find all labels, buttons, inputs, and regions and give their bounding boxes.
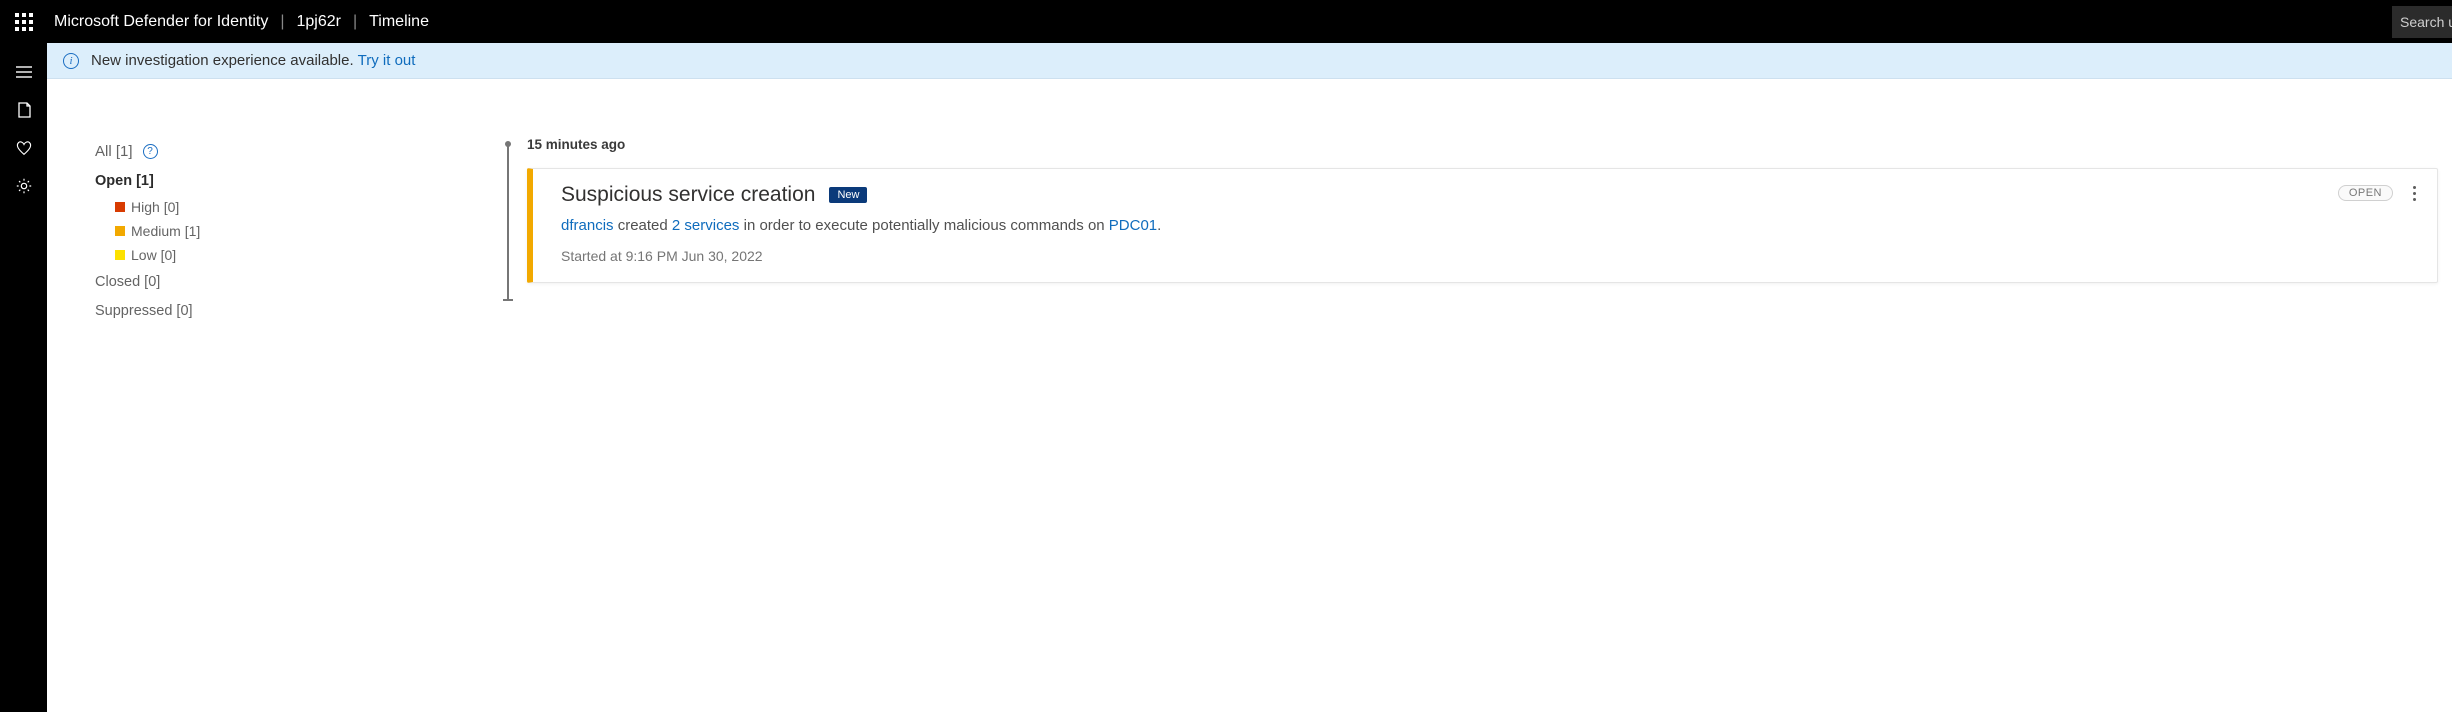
filter-all[interactable]: All [1] ? bbox=[95, 137, 507, 166]
filter-low-label: Low bbox=[131, 247, 157, 263]
filter-open[interactable]: Open [1] bbox=[95, 166, 507, 195]
app-launcher-icon[interactable] bbox=[8, 6, 40, 38]
filter-suppressed-count: [0] bbox=[176, 303, 192, 319]
filter-medium-count: [1] bbox=[185, 223, 201, 239]
filter-high-label: High bbox=[131, 199, 160, 215]
severity-swatch-low bbox=[115, 250, 125, 260]
banner-link[interactable]: Try it out bbox=[358, 52, 416, 69]
filter-open-label: Open bbox=[95, 173, 132, 189]
alert-tail: . bbox=[1157, 217, 1161, 234]
help-icon[interactable]: ? bbox=[143, 144, 158, 159]
filter-all-count: [1] bbox=[116, 143, 133, 160]
filter-medium-label: Medium bbox=[131, 223, 181, 239]
alert-started-at: Started at 9:16 PM Jun 30, 2022 bbox=[561, 248, 2413, 264]
alert-actor-link[interactable]: dfrancis bbox=[561, 217, 614, 234]
new-badge: New bbox=[829, 187, 867, 203]
menu-icon[interactable] bbox=[4, 53, 44, 91]
banner-text: New investigation experience available. bbox=[91, 52, 354, 69]
breadcrumb: Microsoft Defender for Identity | 1pj62r… bbox=[54, 13, 429, 31]
health-icon[interactable] bbox=[4, 129, 44, 167]
alert-header: Suspicious service creation New bbox=[561, 183, 2413, 207]
info-banner: i New investigation experience available… bbox=[47, 43, 2452, 79]
search-input[interactable]: Search users, bbox=[2392, 6, 2452, 38]
alert-description: dfrancis created 2 services in order to … bbox=[561, 217, 2413, 234]
timeline-dot bbox=[505, 141, 511, 147]
filter-low-count: [0] bbox=[161, 247, 177, 263]
timeline-rail bbox=[507, 143, 509, 301]
breadcrumb-workspace[interactable]: 1pj62r bbox=[296, 13, 340, 31]
timeline-timestamp: 15 minutes ago bbox=[527, 137, 2452, 152]
alert-card-actions: OPEN bbox=[2338, 185, 2421, 201]
status-badge[interactable]: OPEN bbox=[2338, 185, 2393, 201]
filter-high-count: [0] bbox=[164, 199, 180, 215]
info-icon: i bbox=[63, 53, 79, 69]
severity-swatch-high bbox=[115, 202, 125, 212]
alert-card[interactable]: OPEN Suspicious service creation New dfr… bbox=[527, 168, 2438, 283]
filter-closed-count: [0] bbox=[144, 274, 160, 290]
filter-suppressed-label: Suppressed bbox=[95, 303, 172, 319]
reports-icon[interactable] bbox=[4, 91, 44, 129]
app-header: Microsoft Defender for Identity | 1pj62r… bbox=[0, 0, 2452, 43]
filter-closed[interactable]: Closed [0] bbox=[95, 267, 507, 296]
alert-target-link[interactable]: PDC01 bbox=[1109, 217, 1157, 234]
filter-open-count: [1] bbox=[136, 173, 154, 189]
breadcrumb-separator: | bbox=[280, 13, 284, 31]
alert-mid: in order to execute potentially maliciou… bbox=[739, 217, 1108, 234]
more-actions-icon[interactable] bbox=[2407, 186, 2421, 201]
waffle-grid-icon bbox=[15, 13, 33, 31]
timeline: 15 minutes ago OPEN Suspicious service c… bbox=[507, 137, 2452, 712]
timeline-endcap bbox=[503, 299, 513, 301]
alert-title: Suspicious service creation bbox=[561, 183, 815, 207]
filter-medium[interactable]: Medium [1] bbox=[95, 219, 507, 243]
gear-icon[interactable] bbox=[4, 167, 44, 205]
alert-object-link[interactable]: 2 services bbox=[672, 217, 740, 234]
filter-low[interactable]: Low [0] bbox=[95, 243, 507, 267]
filter-closed-label: Closed bbox=[95, 274, 140, 290]
filter-suppressed[interactable]: Suppressed [0] bbox=[95, 296, 507, 325]
filter-high[interactable]: High [0] bbox=[95, 195, 507, 219]
filter-panel: All [1] ? Open [1] High [0] Medium [1] bbox=[47, 137, 507, 712]
alert-verb: created bbox=[614, 217, 672, 234]
breadcrumb-separator: | bbox=[353, 13, 357, 31]
filter-all-label: All bbox=[95, 143, 112, 160]
breadcrumb-product[interactable]: Microsoft Defender for Identity bbox=[54, 13, 268, 31]
left-rail bbox=[0, 43, 47, 712]
severity-swatch-medium bbox=[115, 226, 125, 236]
breadcrumb-section[interactable]: Timeline bbox=[369, 13, 429, 31]
